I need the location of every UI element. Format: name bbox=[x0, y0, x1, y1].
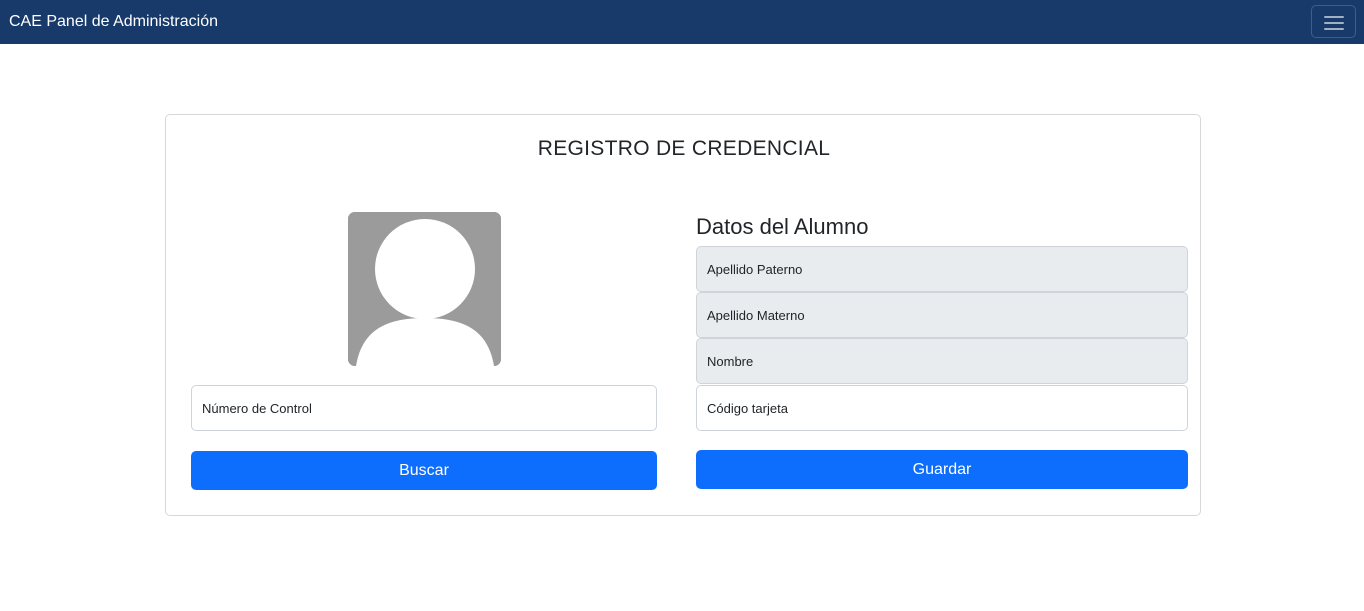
save-button[interactable]: Guardar bbox=[696, 450, 1188, 489]
top-navbar: CAE Panel de Administración bbox=[0, 0, 1364, 44]
card-code-input[interactable] bbox=[696, 385, 1188, 431]
navbar-brand[interactable]: CAE Panel de Administración bbox=[9, 12, 218, 32]
paternal-surname-field bbox=[696, 246, 1188, 292]
student-section-title: Datos del Alumno bbox=[696, 214, 869, 239]
first-name-field bbox=[696, 338, 1188, 384]
maternal-surname-field bbox=[696, 292, 1188, 338]
card-title: REGISTRO DE CREDENCIAL bbox=[537, 137, 831, 160]
user-placeholder-icon bbox=[348, 212, 501, 366]
control-number-input[interactable] bbox=[191, 385, 657, 431]
search-button[interactable]: Buscar bbox=[191, 451, 657, 490]
navbar-toggler-button[interactable] bbox=[1311, 5, 1356, 38]
credential-card: REGISTRO DE CREDENCIAL Buscar Datos del … bbox=[165, 114, 1201, 516]
